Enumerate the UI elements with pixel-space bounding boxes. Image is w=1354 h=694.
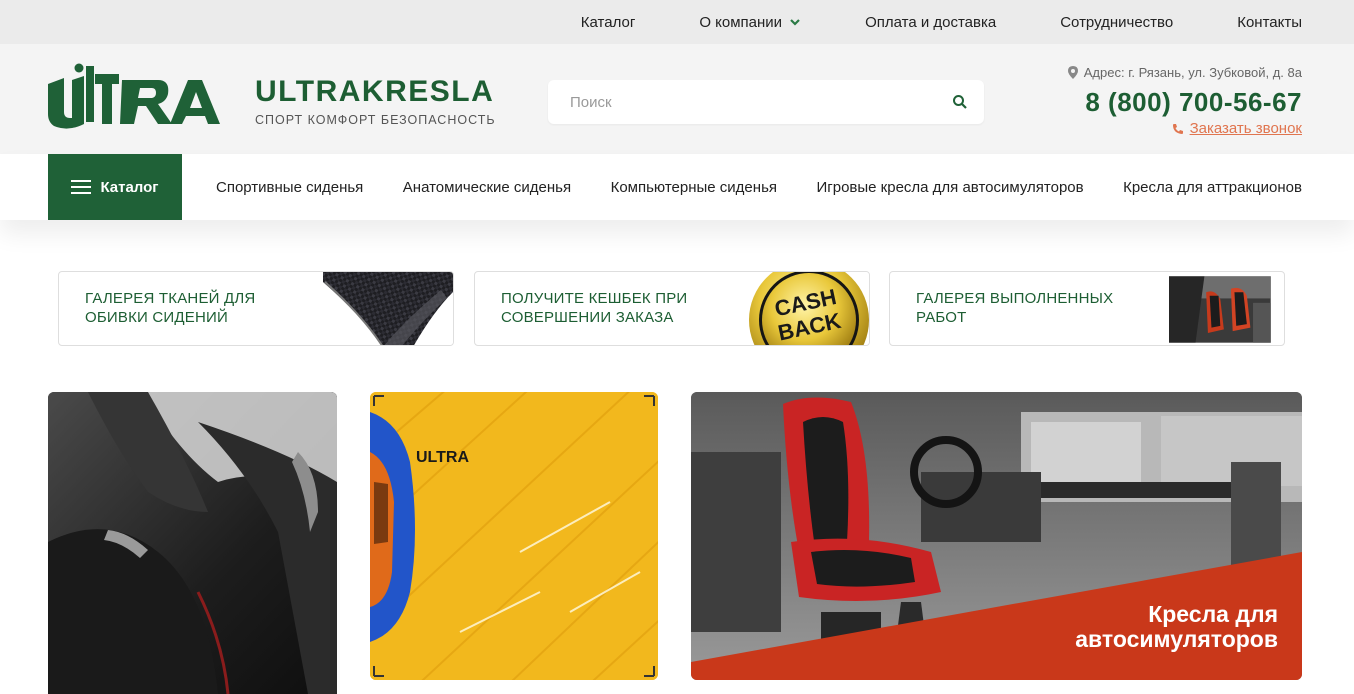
phone-number[interactable]: 8 (800) 700-56-67 <box>1085 87 1302 118</box>
location-pin-icon <box>1067 66 1078 79</box>
main-nav: Каталог Спортивные сиденья Анатомические… <box>0 154 1354 220</box>
banner-simulator-chairs[interactable]: Кресла для автосимуляторов <box>691 392 1302 680</box>
top-nav-payment-delivery-label: Оплата и доставка <box>865 13 997 31</box>
category-nav: Спортивные сиденья Анатомические сиденья… <box>216 154 1302 220</box>
address: Адрес: г. Рязань, ул. Зубковой, д. 8а <box>1067 65 1302 80</box>
top-nav-catalog[interactable]: Каталог <box>581 14 636 31</box>
promo-cashback-text: ПОЛУЧИТЕ КЕШБЕК ПРИ СОВЕРШЕНИИ ЗАКАЗА <box>501 290 688 326</box>
phone-icon <box>1172 123 1183 134</box>
menu-icon <box>71 180 92 194</box>
nav-sport-seats[interactable]: Спортивные сиденья <box>216 179 363 196</box>
promo-works-gallery[interactable]: ГАЛЕРЕЯ ВЫПОЛНЕННЫХ РАБОТ <box>889 271 1285 346</box>
catalog-button-label: Каталог <box>100 178 159 196</box>
promo-cashback[interactable]: ПОЛУЧИТЕ КЕШБЕК ПРИ СОВЕРШЕНИИ ЗАКАЗА CA… <box>474 271 870 346</box>
top-nav-about-label: О компании <box>699 13 783 31</box>
top-nav-catalog-label: Каталог <box>580 13 636 31</box>
simulator-banner-caption: Кресла для автосимуляторов <box>1075 602 1278 652</box>
nav-anatomic-seats[interactable]: Анатомические сиденья <box>403 179 571 196</box>
promo-works-gallery-text: ГАЛЕРЕЯ ВЫПОЛНЕННЫХ РАБОТ <box>916 290 1114 326</box>
caption-line-1: Кресла для <box>1148 601 1278 627</box>
top-nav-contacts-label: Контакты <box>1237 13 1302 31</box>
fabric-image <box>323 272 453 345</box>
sport-seat-image <box>48 392 337 694</box>
search-box <box>548 80 984 124</box>
top-nav-contacts[interactable]: Контакты <box>1237 14 1302 31</box>
address-text: Адрес: г. Рязань, ул. Зубковой, д. 8а <box>1083 65 1302 80</box>
callback-link[interactable]: Заказать звонок <box>1172 120 1302 137</box>
promo-fabric-gallery-text: ГАЛЕРЕЯ ТКАНЕЙ ДЛЯ ОБИВКИ СИДЕНИЙ <box>85 290 256 326</box>
banner-computer-seats[interactable]: ULTRA <box>370 392 658 680</box>
brand-tagline: СПОРТ КОМФОРТ БЕЗОПАСНОСТЬ <box>255 113 496 127</box>
works-gallery-image <box>1169 276 1271 343</box>
top-nav-cooperation-label: Сотрудничество <box>1060 13 1174 31</box>
chevron-down-icon <box>790 19 800 26</box>
cashback-badge-image: CASH BACK <box>739 272 869 345</box>
search-input[interactable] <box>570 92 930 112</box>
nav-simulator-chairs[interactable]: Игровые кресла для автосимуляторов <box>816 179 1083 196</box>
nav-attraction-chairs[interactable]: Кресла для аттракционов <box>1123 179 1302 196</box>
top-nav: Каталог О компании Оплата и доставка Сот… <box>581 0 1302 44</box>
header: ULTRAKRESLA СПОРТ КОМФОРТ БЕЗОПАСНОСТЬ А… <box>0 44 1354 154</box>
ultra-logo[interactable] <box>48 62 222 132</box>
search-icon[interactable] <box>952 94 968 110</box>
top-nav-cooperation[interactable]: Сотрудничество <box>1060 14 1173 31</box>
banner-ultra-logo: ULTRA <box>416 449 469 466</box>
nav-computer-seats[interactable]: Компьютерные сиденья <box>611 179 777 196</box>
catalog-button[interactable]: Каталог <box>48 154 182 220</box>
banner-sport-seats[interactable] <box>48 392 337 694</box>
top-bar: Каталог О компании Оплата и доставка Сот… <box>0 0 1354 44</box>
brand-name: ULTRAKRESLA <box>255 75 495 108</box>
top-nav-about[interactable]: О компании <box>699 14 801 31</box>
top-nav-payment-delivery[interactable]: Оплата и доставка <box>865 14 996 31</box>
promo-fabric-gallery[interactable]: ГАЛЕРЕЯ ТКАНЕЙ ДЛЯ ОБИВКИ СИДЕНИЙ <box>58 271 454 346</box>
callback-label: Заказать звонок <box>1189 120 1302 137</box>
yellow-promo-image: ULTRA <box>370 392 658 680</box>
caption-line-2: автосимуляторов <box>1075 626 1278 652</box>
